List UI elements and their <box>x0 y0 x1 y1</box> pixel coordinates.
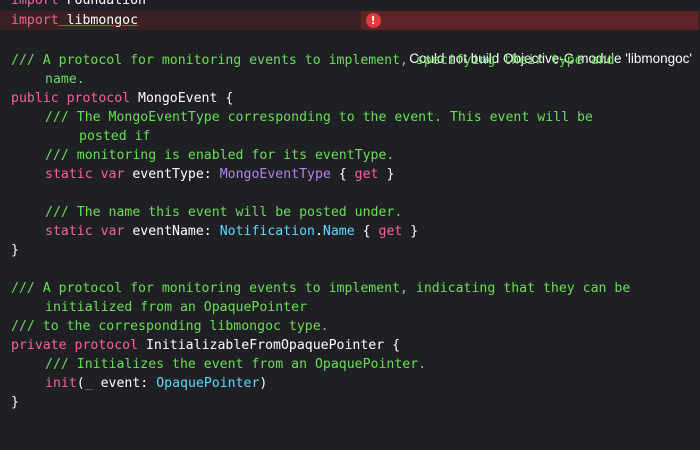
code-text: } <box>11 395 19 410</box>
code-line-4[interactable]: /// A protocol for monitoring events to … <box>0 51 700 70</box>
code-line-16-wrap[interactable]: initialized from an OpaquePointer <box>0 298 700 317</box>
code-text: { <box>354 224 379 239</box>
code-line-16[interactable]: /// A protocol for monitoring events to … <box>0 279 700 298</box>
code-text: eventType: <box>124 167 220 182</box>
comment: /// to the corresponding libmongoc type. <box>11 319 329 334</box>
keyword: _ <box>84 376 93 391</box>
code-line-20[interactable]: /// Initializes the event from an Opaque… <box>0 355 700 374</box>
type-name: OpaquePointer <box>156 376 260 391</box>
code-line-18[interactable]: /// to the corresponding libmongoc type. <box>0 317 700 336</box>
comment: /// The MongoEventType corresponding to … <box>45 110 593 125</box>
type-name: MongoEventType <box>219 167 331 182</box>
keyword: static var <box>45 167 125 182</box>
code-line-7[interactable]: /// The MongoEventType corresponding to … <box>0 108 700 127</box>
code-line-19[interactable]: private protocol InitializableFromOpaque… <box>0 336 700 355</box>
code-text: } <box>11 243 19 258</box>
code-text: event: <box>92 376 157 391</box>
comment: /// The name this event will be posted u… <box>45 205 403 220</box>
code-line-22[interactable]: } <box>0 393 700 412</box>
code-line-10[interactable]: static var eventType: MongoEventType { g… <box>0 165 700 184</box>
code-line-7-wrap[interactable]: posted if <box>0 127 700 146</box>
keyword: public protocol <box>11 91 131 106</box>
code-text: } <box>402 224 419 239</box>
code-text: { <box>330 167 355 182</box>
keyword: get <box>354 167 379 182</box>
code-line-12[interactable]: /// The name this event will be posted u… <box>0 203 700 222</box>
code-text: ) <box>259 376 268 391</box>
keyword: import <box>11 13 59 28</box>
code-line-13[interactable]: static var eventName: Notification.Name … <box>0 222 700 241</box>
code-text: Foundation <box>58 0 146 8</box>
comment: /// Initializes the event from an Opaque… <box>45 357 427 372</box>
error-badge[interactable]: ! Could not build Objective-C module 'li… <box>360 11 698 66</box>
comment: initialized from an OpaquePointer <box>45 300 308 315</box>
comment: /// A protocol for monitoring events to … <box>11 281 631 296</box>
code-line-2-error[interactable]: import libmongoc ! Could not build Objec… <box>0 11 700 66</box>
keyword: get <box>378 224 403 239</box>
code-line-1[interactable]: import Foundation <box>0 0 700 10</box>
comment: posted if <box>79 129 151 144</box>
code-line-14[interactable]: } <box>0 241 700 260</box>
code-text: ( <box>76 376 85 391</box>
code-text: } <box>378 167 395 182</box>
type-name: Name <box>322 224 355 239</box>
code-line-9[interactable]: /// monitoring is enabled for its eventT… <box>0 146 700 165</box>
code-text: . <box>314 224 323 239</box>
code-line-6[interactable]: public protocol MongoEvent { <box>0 89 700 108</box>
code-line-4-wrap[interactable]: name. <box>0 70 700 89</box>
type-name: Notification <box>219 224 315 239</box>
code-text: MongoEvent { <box>130 91 234 106</box>
comment: name. <box>45 72 85 87</box>
code-line-21[interactable]: init(_ event: OpaquePointer) <box>0 374 700 393</box>
keyword: init <box>45 376 77 391</box>
keyword: private protocol <box>11 338 139 353</box>
code-text: libmongoc <box>58 13 139 28</box>
comment: /// monitoring is enabled for its eventT… <box>45 148 395 163</box>
comment: /// A protocol for monitoring events to … <box>11 53 615 68</box>
code-text: eventName: <box>124 224 220 239</box>
code-text: InitializableFromOpaquePointer { <box>138 338 401 353</box>
keyword: import <box>11 0 59 8</box>
error-icon: ! <box>365 13 381 28</box>
keyword: static var <box>45 224 125 239</box>
